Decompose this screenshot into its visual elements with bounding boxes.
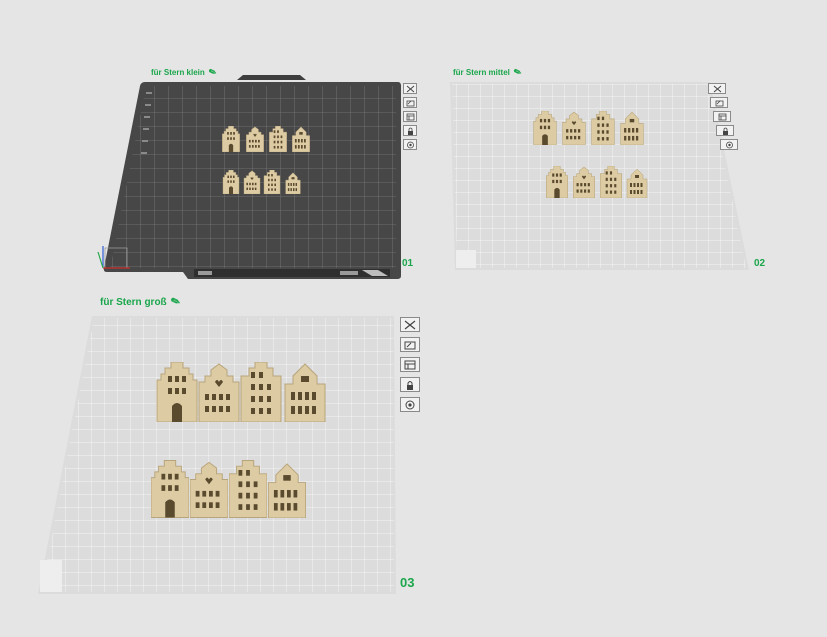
plate-2-lock-button[interactable] [716,125,734,136]
plate-3-lock-button[interactable] [400,377,420,392]
eye-icon [725,141,733,148]
plate-2-title-text: für Stern mittel [453,68,510,77]
plate-settings-icon [406,113,414,120]
lock-icon [722,127,728,135]
plate-3-title-text: für Stern groß [100,297,167,308]
auto-arrange-icon [406,100,414,106]
plate-2-arrange-button[interactable] [710,97,728,108]
close-icon [713,85,721,92]
plate-settings-icon [404,360,416,369]
plate-2-visibility-button[interactable] [720,139,738,150]
plate-1-arrange-button[interactable] [403,97,417,108]
plate-3-number: 03 [400,575,415,590]
plate-3-toolbar [400,317,420,412]
plate-1-number: 01 [402,258,414,269]
plate-3-visibility-button[interactable] [400,397,420,412]
plate-3-settings-button[interactable] [400,357,420,372]
plate-2-title[interactable]: für Stern mittel ✎ [453,66,523,78]
edit-pencil-icon[interactable]: ✎ [169,294,182,309]
plate-1-lock-button[interactable] [403,125,417,136]
close-icon [406,85,414,92]
eye-icon [405,400,415,409]
eye-icon [406,141,414,148]
plate-3-close-button[interactable] [400,317,420,332]
auto-arrange-icon [404,341,416,349]
auto-arrange-icon [715,100,723,106]
plate-2-toolbar [708,83,738,150]
plate-1-settings-button[interactable] [403,111,417,122]
plate-1-toolbar [403,83,417,150]
plate-2-settings-button[interactable] [713,111,731,122]
lock-icon [407,127,413,135]
close-icon [404,320,416,329]
lock-icon [407,380,413,390]
plate-1-visibility-button[interactable] [403,139,417,150]
plate-2-close-button[interactable] [708,83,726,94]
plate-3-title[interactable]: für Stern groß ✎ [100,294,182,309]
plate-1-close-button[interactable] [403,83,417,94]
plate-2-number: 02 [754,258,766,269]
plate-settings-icon [718,113,726,120]
plate-3-arrange-button[interactable] [400,337,420,352]
